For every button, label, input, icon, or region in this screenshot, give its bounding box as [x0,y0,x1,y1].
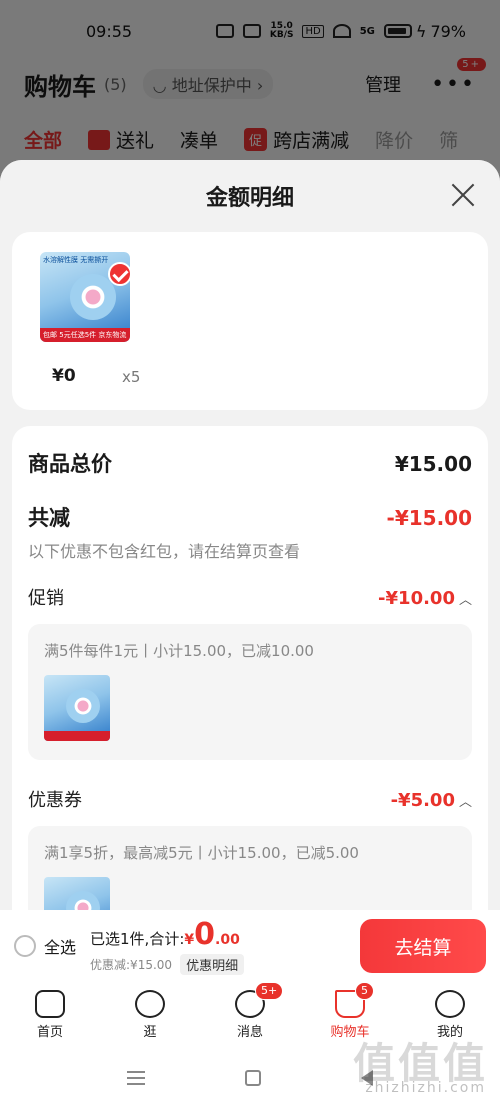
promo-detail-box: 满5件每件1元丨小计15.00，已减10.00 [28,624,472,760]
currency: ¥ [184,932,195,948]
home-square-icon[interactable] [245,1069,261,1086]
thumb-tag-left: 包邮 [43,331,57,339]
promo-value: -¥10.00 [378,588,455,609]
summary-discount: 优惠减:¥15.00 优惠明细 [90,954,245,975]
selected-text: 已选1件,合计: [90,930,185,948]
product-price: ¥0 [52,366,76,386]
tab-home-label: 首页 [36,1025,63,1040]
watermark-text: zhizhizhi.com [365,1080,486,1096]
tab-messages[interactable]: 消息 5+ [200,982,300,1044]
checkout-bar: 全选 已选1件,合计: ¥0.00 优惠减:¥15.00 优惠明细 去结算 [0,910,500,982]
home-icon [35,990,65,1018]
reduce-row: 共减 -¥15.00 [28,502,472,532]
discount-detail-button[interactable]: 优惠明细 [180,954,245,975]
coupon-detail-box: 满1享5折，最高减5元丨小计15.00，已减5.00 [28,826,472,920]
coupon-value: -¥5.00 [390,790,455,811]
menu-icon[interactable] [127,1070,145,1085]
reduce-value: -¥15.00 [386,506,472,530]
promo-row[interactable]: 促销 -¥10.00 ︿ [28,584,472,610]
tab-explore-label: 逛 [143,1025,157,1040]
tab-home[interactable]: 首页 [0,982,100,1044]
chevron-up-icon: ︿ [458,593,472,608]
cart-badge: 5 [355,982,374,1000]
promo-title: 促销 [28,588,64,609]
close-icon[interactable] [450,182,476,208]
reduce-note: 以下优惠不包含红包，请在结算页查看 [28,542,301,561]
reduce-label: 共减 [28,506,70,530]
coupon-row[interactable]: 优惠券 -¥5.00 ︿ [28,786,472,812]
discount-text: 优惠减:¥15.00 [90,958,173,972]
sheet-title: 金额明细 [205,186,294,211]
product-card: 水溶解性膜 无需撕开 包邮 5元任选5件 京东物流 ¥0 x5 [12,232,488,410]
sheet-header: 金额明细 [0,160,500,232]
amount-detail-sheet: 金额明细 水溶解性膜 无需撕开 包邮 5元任选5件 京东物流 ¥0 x5 商品总… [0,160,500,920]
total-label: 商品总价 [28,452,112,476]
summary-total: 已选1件,合计: ¥0.00 [90,917,244,952]
amount-int: 0 [194,917,216,952]
summary: 已选1件,合计: ¥0.00 优惠减:¥15.00 优惠明细 [90,917,245,975]
thumb-top-text: 水溶解性膜 无需撕开 [43,256,109,264]
user-icon [435,990,465,1018]
total-value: ¥15.00 [394,452,472,476]
thumb-tag: 包邮 5元任选5件 京东物流 [40,328,130,342]
total-amount: ¥0.00 [184,917,239,952]
amount-breakdown: 商品总价 ¥15.00 共减 -¥15.00 以下优惠不包含红包，请在结算页查看… [12,426,488,920]
total-row: 商品总价 ¥15.00 [28,448,472,478]
messages-badge: 5+ [255,982,284,1000]
explore-icon [135,990,165,1018]
product-image [70,274,116,320]
select-all-radio[interactable] [14,935,36,957]
select-all-label[interactable]: 全选 [44,934,76,958]
selected-check-icon [108,262,132,286]
thumb-tag-right: 5元任选5件 京东物流 [59,331,127,339]
promo-product-thumb [44,675,110,741]
promo-detail-text: 满5件每件1元丨小计15.00，已减10.00 [44,642,314,660]
amount-dec: .00 [215,932,240,948]
tab-explore[interactable]: 逛 [100,982,200,1044]
coupon-title: 优惠券 [28,790,82,811]
tab-messages-label: 消息 [236,1025,263,1040]
chevron-up-icon: ︿ [458,795,472,810]
product-image [66,689,100,723]
thumb-tag [44,731,110,741]
checkout-button[interactable]: 去结算 [360,919,486,973]
product-qty: x5 [122,368,141,386]
coupon-detail-text: 满1享5折，最高减5元丨小计15.00，已减5.00 [44,844,359,862]
